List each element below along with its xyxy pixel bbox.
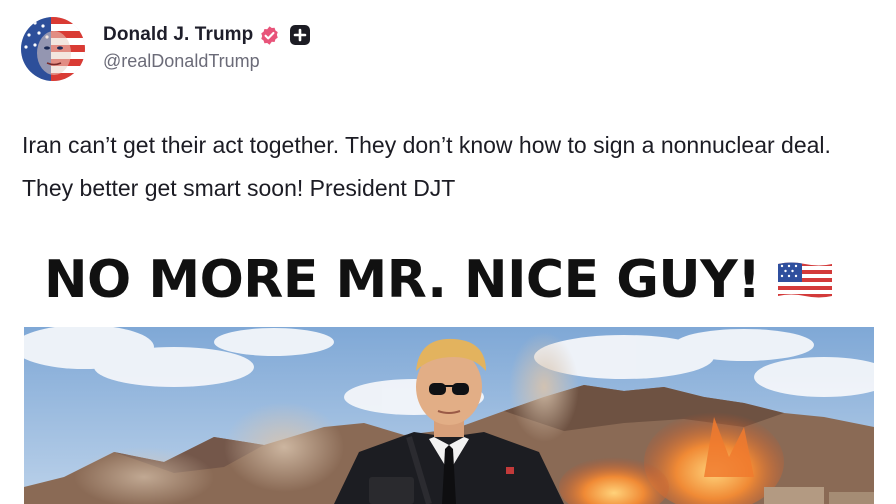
post-media[interactable]: NO MORE MR. NICE GUY!	[0, 236, 896, 504]
plus-badge-icon	[289, 24, 311, 46]
avatar[interactable]	[21, 17, 85, 81]
photo-illustration	[24, 327, 874, 504]
post-header: Donald J. Trump @realDonaldTrump	[21, 17, 311, 81]
us-flag-icon	[776, 260, 834, 300]
name-row: Donald J. Trump	[103, 22, 311, 48]
avatar-image	[21, 17, 85, 81]
handle[interactable]: @realDonaldTrump	[103, 51, 311, 72]
headline-row: NO MORE MR. NICE GUY!	[44, 250, 834, 310]
display-name[interactable]: Donald J. Trump	[103, 24, 253, 46]
author-info: Donald J. Trump @realDonaldTrump	[103, 22, 311, 72]
post-text: Iran can’t get their act together. They …	[22, 132, 831, 201]
media-photo[interactable]	[24, 327, 874, 504]
verified-badge-icon	[259, 25, 280, 46]
media-headline: NO MORE MR. NICE GUY!	[44, 250, 761, 310]
